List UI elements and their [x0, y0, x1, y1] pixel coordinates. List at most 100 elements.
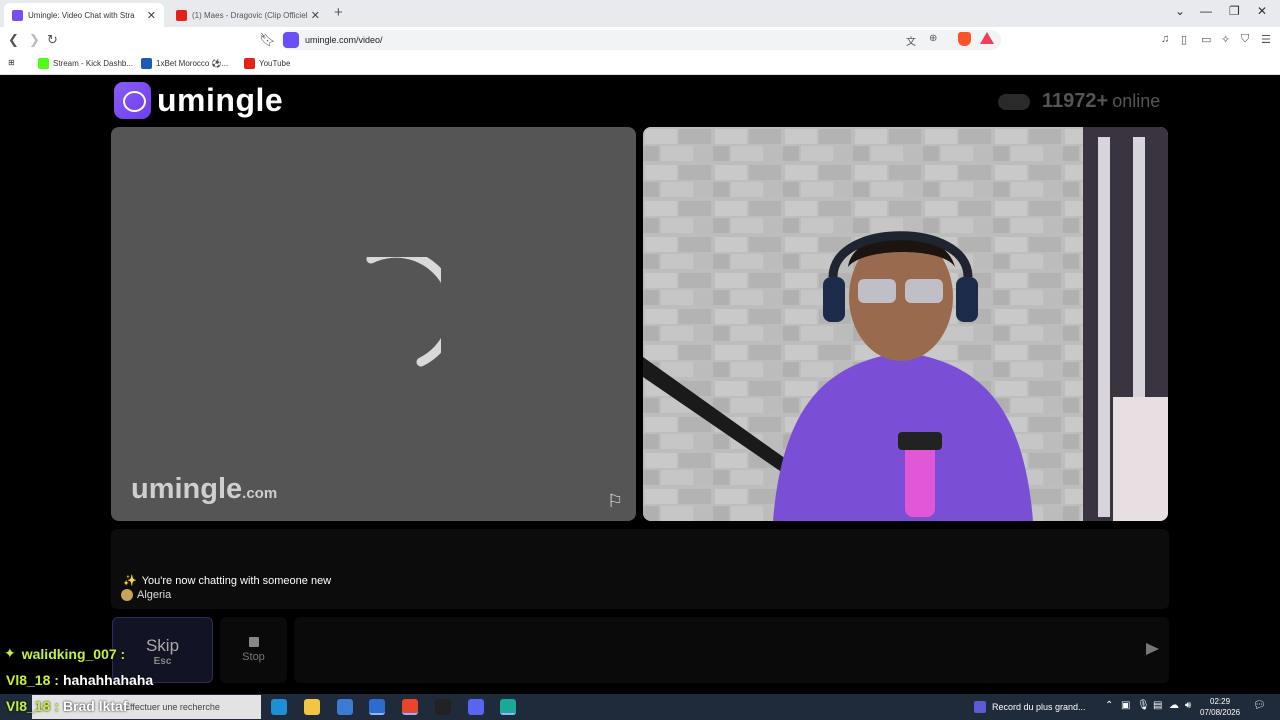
wallet-icon[interactable]: ▭: [1201, 33, 1211, 46]
tab-youtube[interactable]: (1) Maes - Dragovic (Clip Officiel) - Yo…: [168, 3, 328, 27]
online-label: online: [1112, 91, 1161, 111]
url-text[interactable]: umingle.com/video/: [305, 35, 383, 45]
chat-system-message: ✨ You're now chatting with someone new: [123, 574, 332, 588]
taskbar-clock[interactable]: 02:29 07/08/2026: [1200, 696, 1240, 718]
stop-square-icon: [248, 637, 259, 647]
overlay-chat-line: ✦ walidking_007 :: [0, 645, 129, 662]
tray-display-icon[interactable]: ▤: [1153, 700, 1162, 711]
report-flag-icon[interactable]: ⚐: [607, 491, 623, 512]
watermark-suffix: .com: [242, 485, 278, 502]
brave-icon[interactable]: [402, 699, 418, 715]
overlay-badge-icon: ✦: [4, 645, 16, 661]
online-toggle[interactable]: [998, 93, 1030, 110]
close-tab-icon[interactable]: ✕: [311, 9, 320, 22]
umingle-favicon-icon: [12, 9, 23, 21]
store-icon[interactable]: [337, 699, 353, 715]
media-icon[interactable]: ♫: [1161, 33, 1169, 45]
search-placeholder: Effectuer une recherche: [124, 702, 220, 712]
file-explorer-icon[interactable]: [304, 699, 320, 715]
country-flag-icon: [121, 589, 133, 601]
back-arrow-icon[interactable]: ❮: [8, 32, 19, 48]
new-tab-button[interactable]: +: [334, 4, 343, 21]
watermark-main: umingle: [131, 473, 243, 505]
loading-spinner-icon: [366, 257, 441, 367]
minimize-button[interactable]: —: [1200, 4, 1212, 18]
edge-icon[interactable]: [271, 699, 287, 715]
forward-arrow-icon[interactable]: ❯: [29, 32, 40, 48]
umingle-logo[interactable]: umingle: [114, 82, 283, 119]
browser-tab-bar: Umingle: Video Chat with Stra ✕ (1) Maes…: [0, 0, 1280, 27]
send-arrow-icon[interactable]: [1146, 643, 1159, 655]
self-video: [643, 127, 1168, 521]
microphone-icon[interactable]: 🎙︎: [1137, 700, 1150, 711]
overlay-username: walidking_007 :: [21, 645, 126, 662]
message-input[interactable]: [294, 617, 1169, 683]
notification-icon: [974, 701, 986, 713]
1xbet-icon: [141, 58, 152, 69]
tray-app-icon[interactable]: ▣: [1121, 700, 1130, 711]
app-icon[interactable]: [500, 699, 516, 715]
partner-country: Algeria: [121, 589, 171, 601]
overlay-chat-line: Vl8_18 : Brad lktaf: [6, 698, 128, 714]
close-window-button[interactable]: ✕: [1257, 4, 1267, 18]
online-count: 11972+: [1042, 90, 1109, 112]
tray-chevron-icon[interactable]: ⌃: [1105, 700, 1113, 711]
bookmark-label: 1xBet Morocco ⚽...: [156, 59, 229, 68]
sparkles-icon: ✨: [123, 575, 137, 587]
clock-date: 07/08/2026: [1200, 708, 1241, 717]
bookmark-kick[interactable]: Stream - Kick Dashb...: [38, 58, 133, 69]
webcam-feed-image: [643, 127, 1168, 521]
brave-rewards-icon[interactable]: [980, 32, 994, 44]
taskbar-notification[interactable]: Record du plus grand...: [974, 701, 1086, 713]
address-bar[interactable]: umingle.com/video/: [281, 30, 1001, 50]
umingle-page: umingle 11972+ online umingle.com ⚐ ✨ Yo…: [0, 76, 1280, 720]
online-counter: 11972+ online: [998, 90, 1160, 113]
bookmark-youtube[interactable]: YouTube: [244, 58, 290, 69]
volume-icon[interactable]: 🔊︎: [1185, 700, 1191, 711]
tab-title: Umingle: Video Chat with Stra: [28, 10, 135, 20]
brave-shields-icon[interactable]: [958, 32, 971, 46]
stop-label: Stop: [242, 651, 265, 663]
overlay-username: Vl8_18 :: [6, 698, 59, 714]
obs-icon[interactable]: [435, 699, 451, 715]
network-icon[interactable]: ☁: [1169, 700, 1179, 711]
youtube-favicon-icon: [176, 9, 187, 21]
bookmark-label: YouTube: [259, 59, 291, 68]
menu-icon[interactable]: ☰: [1261, 33, 1271, 46]
apps-grid-icon[interactable]: ⊞: [8, 58, 15, 67]
youtube-icon: [244, 58, 255, 69]
bookmarks-bar: ⊞ Stream - Kick Dashb... 1xBet Morocco ⚽…: [0, 53, 1280, 75]
site-video-icon: [283, 32, 299, 48]
notification-text: Record du plus grand...: [992, 702, 1086, 712]
overlay-chat-line: Vl8_18 : hahahhahaha: [6, 672, 153, 688]
vpn-icon[interactable]: ⛉: [1241, 33, 1249, 46]
overlay-message: hahahhahaha: [62, 672, 154, 688]
overlay-username: Vl8_18 :: [6, 672, 59, 688]
bookmark-1xbet[interactable]: 1xBet Morocco ⚽...: [141, 58, 228, 69]
translate-icon[interactable]: 文: [906, 33, 916, 48]
chat-bubble-icon: [114, 82, 151, 119]
browser-toolbar: ❮ ❯ ↻ 🔖︎ umingle.com/video/ 文 ⊕ ♫ ▯ ▭ ✧ …: [0, 27, 1280, 53]
notification-center-icon[interactable]: 💬︎: [1253, 700, 1266, 711]
umingle-watermark: umingle.com: [131, 473, 277, 506]
tab-title: (1) Maes - Dragovic (Clip Officiel) - Yo: [192, 10, 307, 20]
leo-ai-icon[interactable]: ✧: [1221, 33, 1230, 46]
stop-button[interactable]: Stop: [220, 617, 287, 683]
zoom-icon[interactable]: ⊕: [929, 33, 937, 44]
stranger-video: umingle.com ⚐: [111, 127, 636, 521]
reload-icon[interactable]: ↻: [47, 32, 58, 48]
restore-button[interactable]: ❐: [1229, 4, 1240, 18]
tab-list-chevron-icon[interactable]: ⌄: [1175, 4, 1185, 18]
bookmark-label: Stream - Kick Dashb...: [53, 59, 134, 68]
sidebar-icon[interactable]: ▯: [1181, 33, 1187, 46]
bookmark-icon[interactable]: 🔖︎: [259, 32, 276, 48]
mail-icon[interactable]: [369, 699, 385, 715]
windows-taskbar: Effectuer une recherche Record du plus g…: [0, 694, 1280, 720]
tab-umingle[interactable]: Umingle: Video Chat with Stra ✕: [4, 3, 164, 27]
overlay-message: Brad lktaf: [62, 698, 128, 714]
kick-icon: [38, 58, 49, 69]
logo-text: umingle: [157, 82, 284, 118]
close-tab-icon[interactable]: ✕: [147, 9, 156, 22]
chat-status-text: You're now chatting with someone new: [141, 574, 332, 587]
discord-icon[interactable]: [468, 699, 484, 715]
